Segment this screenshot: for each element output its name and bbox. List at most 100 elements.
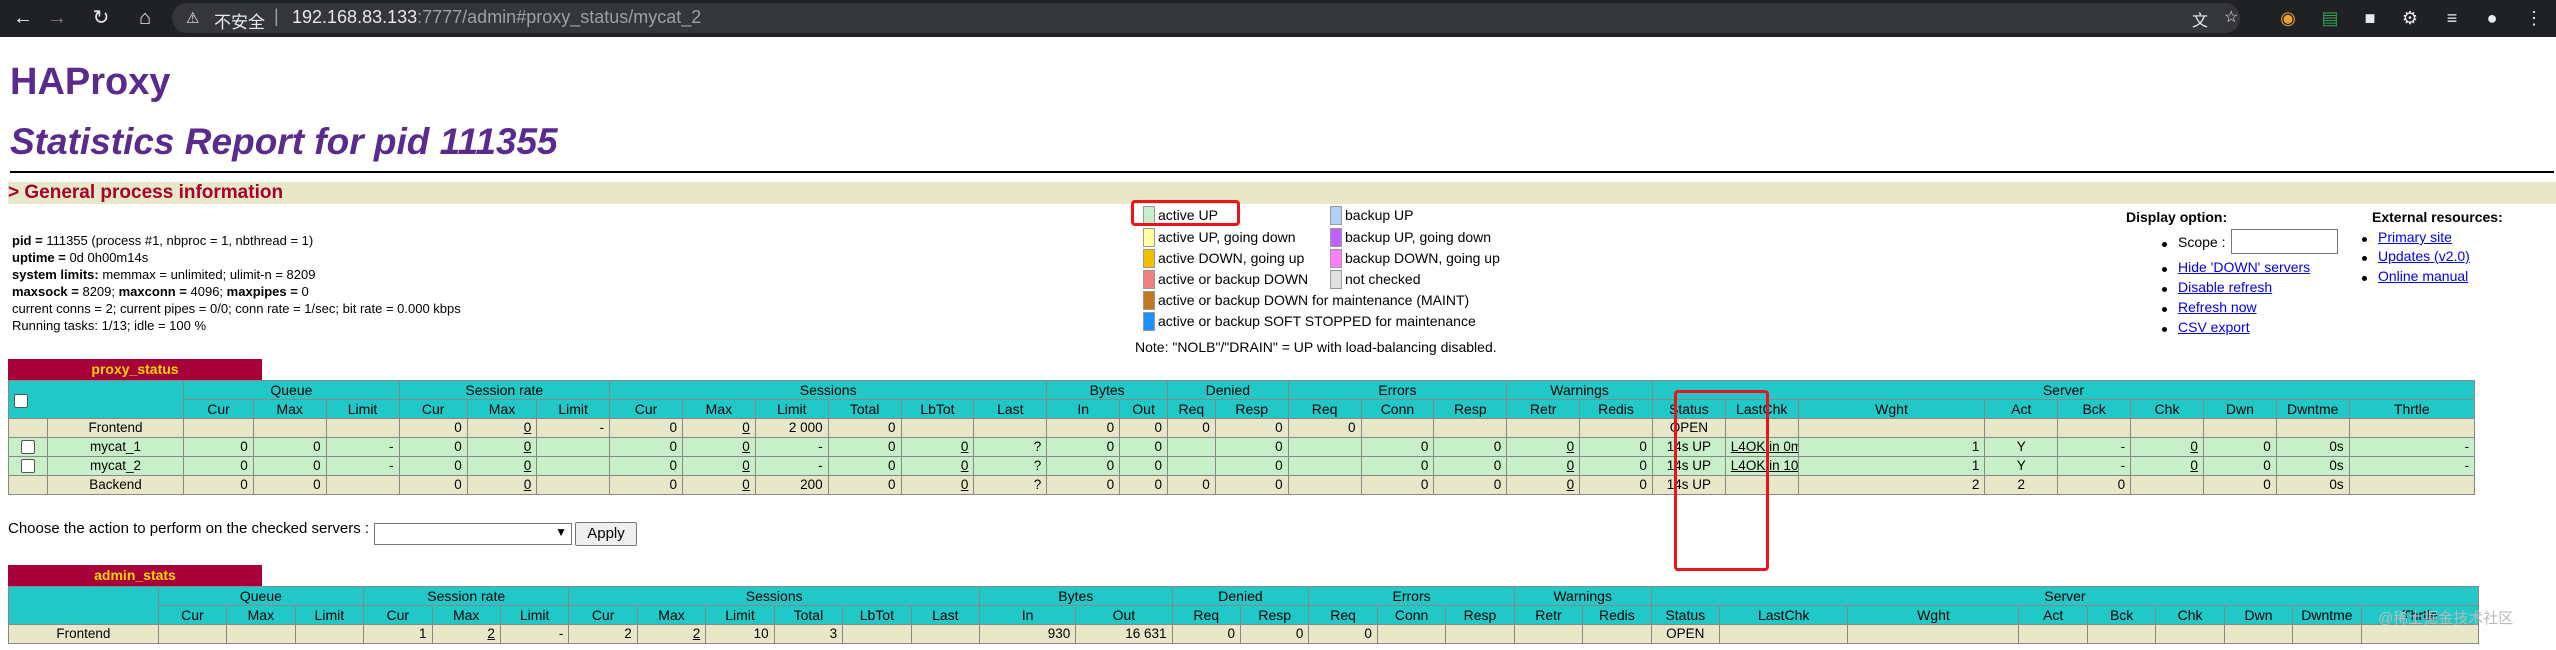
column-header: Retr bbox=[1506, 399, 1581, 419]
table-cell bbox=[294, 624, 365, 644]
home-icon[interactable]: ⌂ bbox=[132, 5, 158, 31]
table-cell: - bbox=[754, 437, 829, 457]
display-link[interactable]: CSV export bbox=[2178, 319, 2250, 335]
column-header: Max bbox=[681, 399, 756, 419]
column-group-header: Warnings bbox=[1513, 586, 1652, 606]
display-option-title: Display option: bbox=[2126, 209, 2228, 225]
external-link[interactable]: Updates (v2.0) bbox=[2378, 248, 2470, 264]
column-header: Act bbox=[2018, 605, 2088, 625]
legend-label: active or backup DOWN bbox=[1158, 271, 1309, 287]
external-link[interactable]: Primary site bbox=[2378, 229, 2452, 245]
column-header: In bbox=[1046, 399, 1121, 419]
table-cell bbox=[2348, 418, 2475, 438]
table-cell bbox=[1287, 456, 1362, 476]
table-cell: - bbox=[499, 624, 570, 644]
not-secure-label: 不安全 bbox=[214, 13, 265, 32]
column-header: Req bbox=[1166, 399, 1216, 419]
legend-label: active or backup DOWN for maintenance (M… bbox=[1158, 292, 1470, 308]
apply-button[interactable]: Apply bbox=[575, 522, 637, 546]
stats-page: HAProxy Statistics Report for pid 111355… bbox=[0, 37, 2556, 650]
table-cell bbox=[1513, 624, 1584, 644]
table-cell bbox=[2292, 624, 2362, 644]
header-corner bbox=[8, 586, 159, 625]
bookmark-star-icon[interactable]: ☆ bbox=[2224, 7, 2238, 27]
table-cell: 0 bbox=[1119, 418, 1168, 438]
server-checkbox[interactable] bbox=[20, 440, 35, 455]
display-link[interactable]: Refresh now bbox=[2178, 299, 2257, 315]
table-cell: 0 bbox=[681, 418, 756, 438]
column-header: Out bbox=[1119, 399, 1168, 419]
translate-icon[interactable]: 文 bbox=[2192, 7, 2208, 31]
column-header: Limit bbox=[536, 399, 611, 419]
row-name: Backend bbox=[46, 475, 185, 495]
section-header: > General process information bbox=[8, 182, 2556, 204]
table-cell: ? bbox=[973, 456, 1048, 476]
column-header: Cur bbox=[183, 399, 254, 419]
table-cell: 0 bbox=[1119, 475, 1168, 495]
action-select[interactable]: ▼ bbox=[374, 523, 572, 545]
forward-icon[interactable]: → bbox=[44, 5, 70, 31]
column-group-header: Session rate bbox=[363, 586, 570, 606]
table-cell: 200 bbox=[754, 475, 829, 495]
menu-kebab-icon[interactable]: ⋮ bbox=[2522, 6, 2546, 30]
table-cell: 10 bbox=[705, 624, 775, 644]
display-link[interactable]: Disable refresh bbox=[2178, 279, 2272, 295]
table-cell: 0 bbox=[609, 437, 683, 457]
column-header: Cur bbox=[363, 605, 433, 625]
table-cell: 3 bbox=[773, 624, 844, 644]
legend-label: backup DOWN, going up bbox=[1345, 250, 1500, 266]
table-cell: - bbox=[754, 456, 829, 476]
column-header: Bck bbox=[2086, 605, 2157, 625]
legend-swatch bbox=[1330, 270, 1342, 289]
report-title: Statistics Report for pid 111355 bbox=[10, 121, 558, 162]
table-cell bbox=[2223, 624, 2294, 644]
column-header: Resp bbox=[1445, 605, 1515, 625]
table-cell: 0 bbox=[1308, 624, 1378, 644]
column-header: Dwn bbox=[2223, 605, 2294, 625]
column-header: Req bbox=[1308, 605, 1378, 625]
table-cell: Y bbox=[1984, 456, 2059, 476]
browser-toolbar: ← → ↻ ⌂ ⚠ 不安全 | 192.168.83.133:7777/admi… bbox=[0, 0, 2556, 37]
column-header: Redis bbox=[1579, 399, 1653, 419]
column-header: Wght bbox=[1797, 399, 1986, 419]
column-group-header: Session rate bbox=[398, 380, 611, 400]
server-checkbox[interactable] bbox=[20, 459, 35, 474]
watermark: @稀土掘金技术社区 bbox=[2378, 610, 2514, 627]
column-group-header: Sessions bbox=[568, 586, 981, 606]
table-cell: 0 bbox=[1046, 437, 1121, 457]
table-cell bbox=[842, 624, 912, 644]
column-header: LbTot bbox=[842, 605, 912, 625]
extension-3-icon[interactable]: ■ bbox=[2358, 6, 2382, 30]
display-link[interactable]: Hide 'DOWN' servers bbox=[2178, 259, 2310, 275]
table-cell: 1 bbox=[1797, 437, 1986, 457]
address-bar[interactable]: ⚠ 不安全 | 192.168.83.133:7777/admin#proxy_… bbox=[172, 3, 2240, 33]
table-cell: 0 bbox=[252, 437, 327, 457]
select-all-checkbox[interactable] bbox=[14, 393, 28, 408]
column-header: Max bbox=[252, 399, 327, 419]
extensions-puzzle-icon[interactable]: ⚙ bbox=[2398, 6, 2422, 30]
scope-label: Scope : bbox=[2178, 234, 2226, 250]
legend-swatch bbox=[1330, 249, 1342, 268]
table-cell: 0 bbox=[1506, 475, 1581, 495]
table-cell bbox=[325, 475, 400, 495]
scope-input[interactable] bbox=[2231, 229, 2338, 254]
extension-2-icon[interactable]: ▤ bbox=[2318, 6, 2342, 30]
table-cell: 0 bbox=[398, 437, 468, 457]
table-cell: 0 bbox=[2202, 475, 2277, 495]
profile-avatar-icon[interactable]: ● bbox=[2480, 6, 2504, 30]
reload-icon[interactable]: ↻ bbox=[88, 5, 114, 31]
column-header: Chk bbox=[2155, 605, 2225, 625]
column-header: Resp bbox=[1239, 605, 1310, 625]
table-cell: 930 bbox=[979, 624, 1077, 644]
table-cell: 0 bbox=[1506, 456, 1581, 476]
table-cell: 0 bbox=[1119, 456, 1168, 476]
page-title: HAProxy bbox=[10, 61, 171, 103]
legend-swatch bbox=[1330, 228, 1342, 247]
back-icon[interactable]: ← bbox=[10, 5, 36, 31]
external-link[interactable]: Online manual bbox=[2378, 268, 2468, 284]
table-cell: 0 bbox=[1433, 437, 1508, 457]
reading-list-icon[interactable]: ≡ bbox=[2440, 6, 2464, 30]
table-cell: 2 bbox=[568, 624, 638, 644]
table-cell: ? bbox=[973, 437, 1048, 457]
extension-1-icon[interactable]: ◉ bbox=[2276, 6, 2300, 30]
